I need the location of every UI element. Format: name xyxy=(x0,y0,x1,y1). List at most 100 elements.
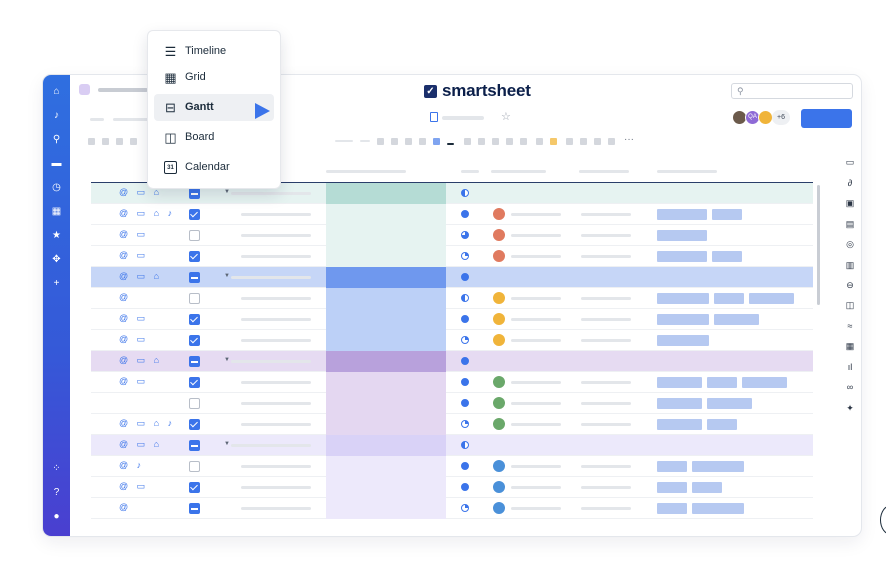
assignee-avatar[interactable] xyxy=(493,229,505,241)
tag-chip[interactable] xyxy=(657,503,687,514)
row-checkbox[interactable] xyxy=(189,482,200,493)
row-checkbox[interactable] xyxy=(189,314,200,325)
table-row[interactable]: @ ▭ ⌂ ▼ xyxy=(91,435,813,456)
collapse-arrow-icon[interactable]: ▼ xyxy=(224,441,230,447)
row-checkbox[interactable] xyxy=(189,272,200,283)
row-checkbox[interactable] xyxy=(189,461,200,472)
tag-chip[interactable] xyxy=(742,377,787,388)
automation-icon[interactable]: ⊖ xyxy=(845,280,855,290)
recents-icon[interactable]: ◷ xyxy=(51,182,62,193)
primary-cell[interactable] xyxy=(326,393,446,414)
table-row[interactable]: @ ▭ xyxy=(91,246,813,267)
launcher-icon[interactable]: ⁘ xyxy=(51,463,62,474)
primary-cell[interactable] xyxy=(326,267,446,288)
tag-chip[interactable] xyxy=(707,377,737,388)
row-action-icons[interactable]: @ ▭ ⌂ ♪ xyxy=(119,208,175,219)
help-icon[interactable]: ? xyxy=(51,487,62,498)
summary-icon[interactable]: ▤ xyxy=(845,219,855,229)
comments-icon[interactable]: ▭ xyxy=(845,157,855,167)
tag-chip[interactable] xyxy=(692,482,722,493)
primary-cell[interactable] xyxy=(326,225,446,246)
table-row[interactable]: @ ▭ ⌂ ♪ xyxy=(91,204,813,225)
profile-icon[interactable]: ● xyxy=(51,511,62,522)
menu-placeholder[interactable] xyxy=(90,118,104,121)
toolbar-button[interactable] xyxy=(447,143,454,145)
column-header[interactable] xyxy=(326,170,406,173)
share-button[interactable] xyxy=(801,109,852,128)
toolbar-button[interactable] xyxy=(580,138,587,145)
table-row[interactable]: @ ▭ ⌂ ▼ xyxy=(91,351,813,372)
row-checkbox[interactable] xyxy=(189,377,200,388)
column-header[interactable] xyxy=(657,170,717,173)
toolbar-button[interactable] xyxy=(566,138,573,145)
toolbar-button[interactable] xyxy=(594,138,601,145)
toolbar-button[interactable] xyxy=(478,138,485,145)
tag-chip[interactable] xyxy=(657,398,702,409)
forms-icon[interactable]: ▥ xyxy=(845,260,855,270)
row-action-icons[interactable]: @ ▭ xyxy=(119,481,148,492)
assignee-avatar[interactable] xyxy=(493,250,505,262)
toolbar-button[interactable] xyxy=(520,138,527,145)
avatar[interactable] xyxy=(758,110,773,125)
proofing-icon[interactable]: ▣ xyxy=(845,198,855,208)
tag-chip[interactable] xyxy=(657,209,707,220)
charts-icon[interactable]: ıl xyxy=(845,362,855,372)
tag-chip[interactable] xyxy=(707,419,737,430)
vertical-scrollbar[interactable] xyxy=(817,185,820,305)
primary-cell[interactable] xyxy=(326,288,446,309)
row-action-icons[interactable]: @ xyxy=(119,502,131,512)
primary-cell[interactable] xyxy=(326,456,446,477)
row-checkbox[interactable] xyxy=(189,209,200,220)
tag-chip[interactable] xyxy=(714,293,744,304)
assignee-avatar[interactable] xyxy=(493,502,505,514)
tag-chip[interactable] xyxy=(712,251,742,262)
row-action-icons[interactable]: @ ▭ ⌂ xyxy=(119,439,162,450)
toolbar-button[interactable] xyxy=(608,138,615,145)
tag-chip[interactable] xyxy=(657,251,707,262)
menu-item-timeline[interactable]: ☰ Timeline xyxy=(154,38,274,65)
table-row[interactable] xyxy=(91,393,813,414)
primary-cell[interactable] xyxy=(326,372,446,393)
toolbar-button[interactable] xyxy=(405,138,412,145)
assignee-avatar[interactable] xyxy=(493,460,505,472)
row-checkbox[interactable] xyxy=(189,251,200,262)
update-requests-icon[interactable]: ◫ xyxy=(845,300,855,310)
search-input[interactable]: ⚲ xyxy=(731,83,853,99)
assignee-avatar[interactable] xyxy=(493,313,505,325)
assignee-avatar[interactable] xyxy=(493,208,505,220)
tag-chip[interactable] xyxy=(749,293,794,304)
menu-item-calendar[interactable]: 31 Calendar xyxy=(154,154,274,181)
toolbar-button[interactable] xyxy=(88,138,95,145)
primary-cell[interactable] xyxy=(326,309,446,330)
row-checkbox[interactable] xyxy=(189,503,200,514)
tag-chip[interactable] xyxy=(714,314,759,325)
browse-icon[interactable]: ▬ xyxy=(51,158,62,169)
row-action-icons[interactable]: @ ▭ ⌂ xyxy=(119,271,162,282)
table-row[interactable]: @ ▭ ⌂ ♪ xyxy=(91,414,813,435)
table-row[interactable]: @ ▭ xyxy=(91,477,813,498)
row-action-icons[interactable]: @ ▭ ⌂ xyxy=(119,355,162,366)
assignee-avatar[interactable] xyxy=(493,334,505,346)
row-action-icons[interactable]: @ xyxy=(119,292,131,302)
tag-chip[interactable] xyxy=(657,461,687,472)
toolbar-button[interactable] xyxy=(377,138,384,145)
primary-cell[interactable] xyxy=(326,204,446,225)
assignee-avatar[interactable] xyxy=(493,418,505,430)
row-checkbox[interactable] xyxy=(189,293,200,304)
toolbar-button[interactable] xyxy=(492,138,499,145)
favorites-icon[interactable]: ★ xyxy=(51,230,62,241)
search-icon[interactable]: ⚲ xyxy=(51,134,62,145)
row-checkbox[interactable] xyxy=(189,440,200,451)
primary-cell[interactable] xyxy=(326,351,446,372)
reports-icon[interactable]: ▦ xyxy=(845,341,855,351)
assignee-avatar[interactable] xyxy=(493,397,505,409)
toolbar-button[interactable] xyxy=(464,138,471,145)
tag-chip[interactable] xyxy=(657,230,707,241)
row-checkbox[interactable] xyxy=(189,335,200,346)
row-action-icons[interactable]: @ ♪ xyxy=(119,460,144,470)
row-action-icons[interactable]: @ ▭ xyxy=(119,229,148,240)
toolbar-button[interactable] xyxy=(130,138,137,145)
column-header[interactable] xyxy=(461,170,479,173)
workspaces-icon[interactable]: ▦ xyxy=(51,206,62,217)
toolbar-button[interactable] xyxy=(536,138,543,145)
